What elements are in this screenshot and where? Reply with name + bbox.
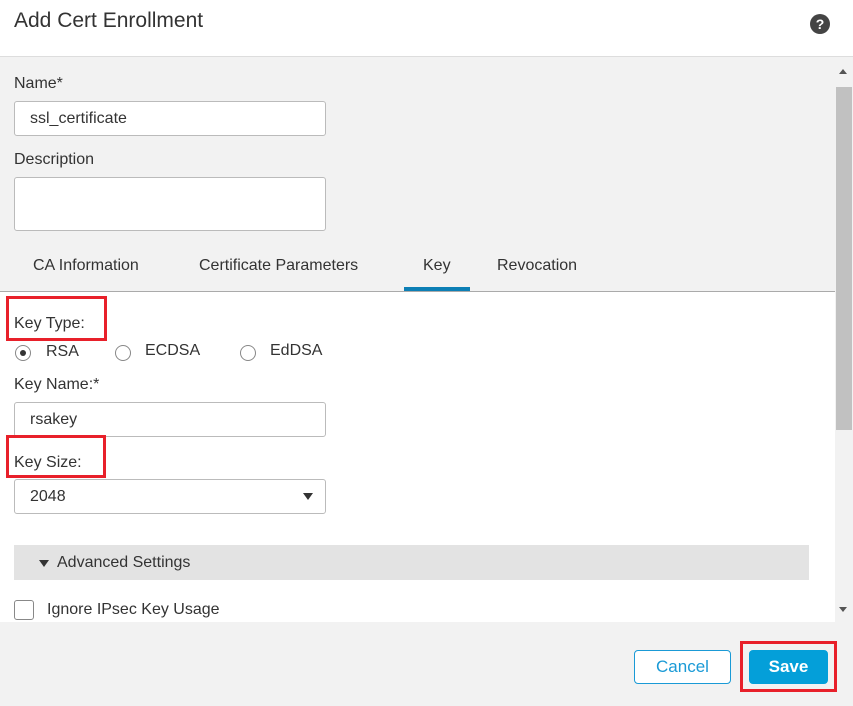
dialog-title: Add Cert Enrollment <box>14 9 204 32</box>
scrollbar[interactable] <box>835 57 853 622</box>
name-label: Name* <box>14 75 63 92</box>
radio-ecdsa-label: ECDSA <box>145 342 201 359</box>
advanced-settings-toggle[interactable]: Advanced Settings <box>14 545 809 580</box>
key-name-input[interactable]: rsakey <box>14 402 326 437</box>
dialog-body: Name* ssl_certificate Description CA Inf… <box>0 57 835 622</box>
help-icon[interactable]: ? <box>810 14 830 34</box>
tab-revocation[interactable]: Revocation <box>497 257 577 275</box>
scroll-down-icon[interactable] <box>839 607 847 612</box>
dialog-footer: Cancel Save <box>0 622 853 706</box>
ignore-ipsec-label: Ignore IPsec Key Usage <box>47 601 220 618</box>
radio-rsa-label: RSA <box>46 343 79 360</box>
description-label: Description <box>14 151 95 168</box>
name-input[interactable]: ssl_certificate <box>14 101 326 136</box>
tab-bar: CA Information Certificate Parameters Ke… <box>0 248 835 292</box>
key-size-select[interactable]: 2048 <box>14 479 326 514</box>
caret-down-icon <box>39 560 49 567</box>
dialog-header: Add Cert Enrollment ? <box>0 0 853 57</box>
radio-eddsa-label: EdDSA <box>270 342 323 359</box>
scroll-up-icon[interactable] <box>839 69 847 74</box>
key-type-label: Key Type: <box>14 315 85 332</box>
key-size-value: 2048 <box>30 488 66 505</box>
save-button[interactable]: Save <box>749 650 828 684</box>
ignore-ipsec-checkbox[interactable] <box>14 600 34 620</box>
cancel-button[interactable]: Cancel <box>634 650 731 684</box>
advanced-settings-label: Advanced Settings <box>57 554 191 571</box>
tab-key[interactable]: Key <box>404 257 470 291</box>
description-input[interactable] <box>14 177 326 231</box>
radio-rsa[interactable] <box>15 345 31 361</box>
scrollbar-thumb[interactable] <box>836 87 852 430</box>
key-tab-pane: Key Type: RSA ECDSA EdDSA Key Name:* rsa… <box>0 292 835 622</box>
key-name-label: Key Name:* <box>14 376 100 393</box>
radio-ecdsa[interactable] <box>115 345 131 361</box>
key-size-label: Key Size: <box>14 454 82 471</box>
chevron-down-icon <box>303 493 313 500</box>
radio-eddsa[interactable] <box>240 345 256 361</box>
tab-certificate-parameters[interactable]: Certificate Parameters <box>199 257 358 275</box>
tab-ca-information[interactable]: CA Information <box>33 257 139 275</box>
